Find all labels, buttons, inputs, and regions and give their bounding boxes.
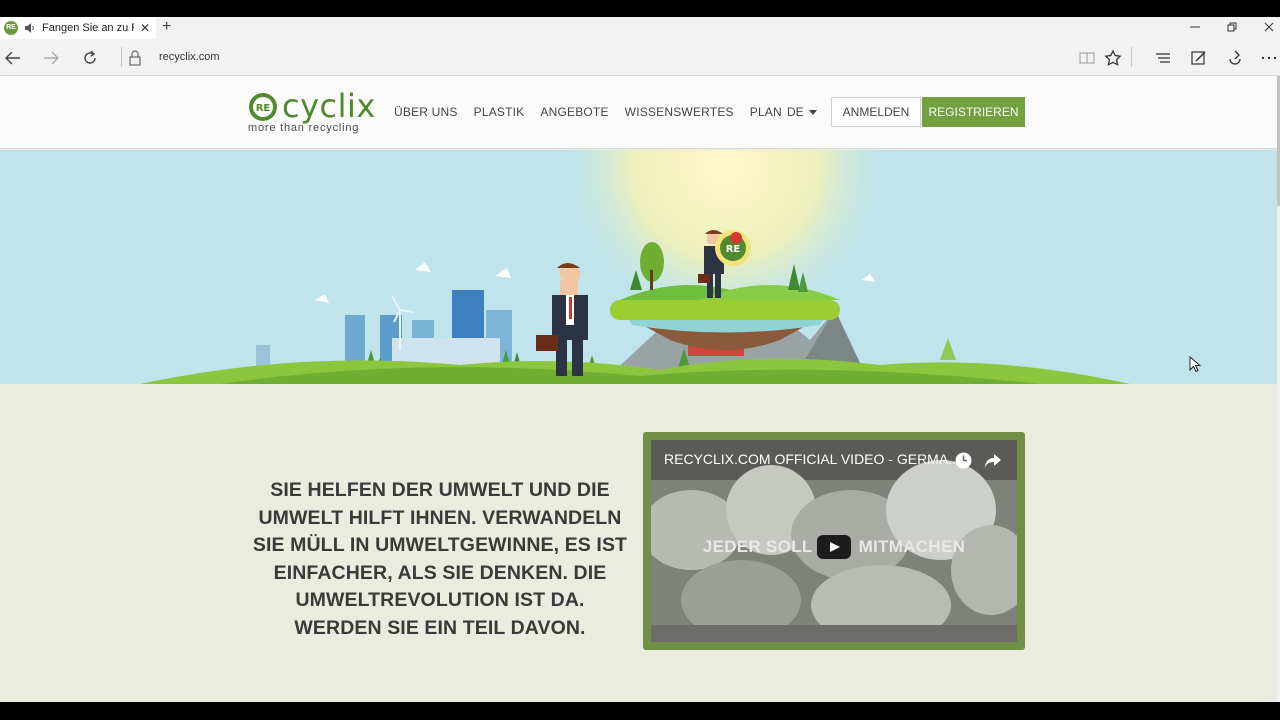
url-field[interactable]: recyclix.com	[159, 51, 220, 63]
main-navigation: ÜBER UNS PLASTIK ANGEBOTE WISSENSWERTES …	[394, 105, 798, 119]
tab-title: Fangen Sie an zu Re	[42, 22, 134, 34]
intro-tagline: SIE HELFEN DER UMWELT UND DIE UMWELT HIL…	[252, 479, 628, 639]
browser-tab[interactable]: RE Fangen Sie an zu Re ✕	[0, 17, 156, 39]
svg-text:RE: RE	[726, 244, 741, 255]
video-title[interactable]: RECYCLIX.COM OFFICIAL VIDEO - GERMA...	[664, 451, 960, 467]
recycle-logo-icon: RE	[249, 93, 277, 121]
web-note-icon[interactable]	[1190, 49, 1208, 67]
reading-view-icon[interactable]	[1078, 49, 1096, 67]
nav-item-ueber-uns[interactable]: ÜBER UNS	[394, 105, 458, 119]
intro-section: SIE HELFEN DER UMWELT UND DIE UMWELT HIL…	[0, 384, 1277, 702]
nav-item-plastik[interactable]: PLASTIK	[474, 105, 525, 119]
video-share-icon[interactable]	[984, 452, 1002, 469]
favicon-icon: RE	[4, 21, 18, 35]
arrow-left-icon[interactable]	[4, 49, 22, 67]
mouse-cursor-icon	[1189, 356, 1201, 373]
arrow-right-icon[interactable]	[42, 49, 60, 67]
hub-icon[interactable]	[1154, 49, 1172, 67]
address-bar: recyclix.com	[0, 39, 1280, 76]
video-player[interactable]: RECYCLIX.COM OFFICIAL VIDEO - GERMA... J…	[651, 440, 1017, 642]
tab-bar: RE Fangen Sie an zu Re ✕ +	[0, 17, 1280, 39]
minimize-icon[interactable]	[1188, 20, 1202, 34]
more-icon[interactable]	[1260, 49, 1278, 67]
new-tab-button[interactable]: +	[162, 18, 171, 36]
watch-later-icon[interactable]	[955, 452, 972, 469]
site-logo[interactable]: RE cyclix more than recycling	[248, 87, 378, 137]
logo-wordmark: cyclix	[282, 87, 376, 125]
svg-text:RE: RE	[256, 103, 271, 114]
play-button[interactable]	[817, 535, 851, 559]
language-label: DE	[787, 105, 804, 119]
logo-tagline: more than recycling	[248, 122, 360, 134]
site-header: RE cyclix more than recycling ÜBER UNS P…	[0, 76, 1277, 149]
language-selector[interactable]: DE	[787, 105, 817, 119]
hero-illustration: RE	[140, 150, 1130, 384]
nav-item-angebote[interactable]: ANGEBOTE	[540, 105, 608, 119]
restore-icon[interactable]	[1225, 20, 1239, 34]
close-window-icon[interactable]	[1262, 20, 1276, 34]
login-button[interactable]: ANMELDEN	[831, 97, 921, 127]
speaker-icon[interactable]	[24, 22, 36, 34]
share-icon[interactable]	[1226, 49, 1244, 67]
overlay-text-left: JEDER SOLL	[702, 537, 813, 556]
refresh-icon[interactable]	[81, 49, 99, 67]
nav-item-plan[interactable]: PLAN	[750, 105, 782, 119]
register-button[interactable]: REGISTRIEREN	[922, 97, 1025, 127]
tab-close-icon[interactable]: ✕	[140, 21, 150, 35]
overlay-text-right: MITMACHEN	[858, 537, 966, 556]
star-icon[interactable]	[1104, 49, 1122, 67]
web-page: RE cyclix more than recycling ÜBER UNS P…	[0, 76, 1280, 702]
toolbar-separator	[1131, 47, 1132, 67]
address-separator	[121, 47, 122, 67]
video-frame: RECYCLIX.COM OFFICIAL VIDEO - GERMA... J…	[643, 432, 1025, 650]
nav-item-wissenswertes[interactable]: WISSENSWERTES	[625, 105, 734, 119]
caret-down-icon	[808, 109, 817, 115]
lock-icon	[129, 50, 141, 66]
hero-banner: RE	[0, 150, 1277, 384]
